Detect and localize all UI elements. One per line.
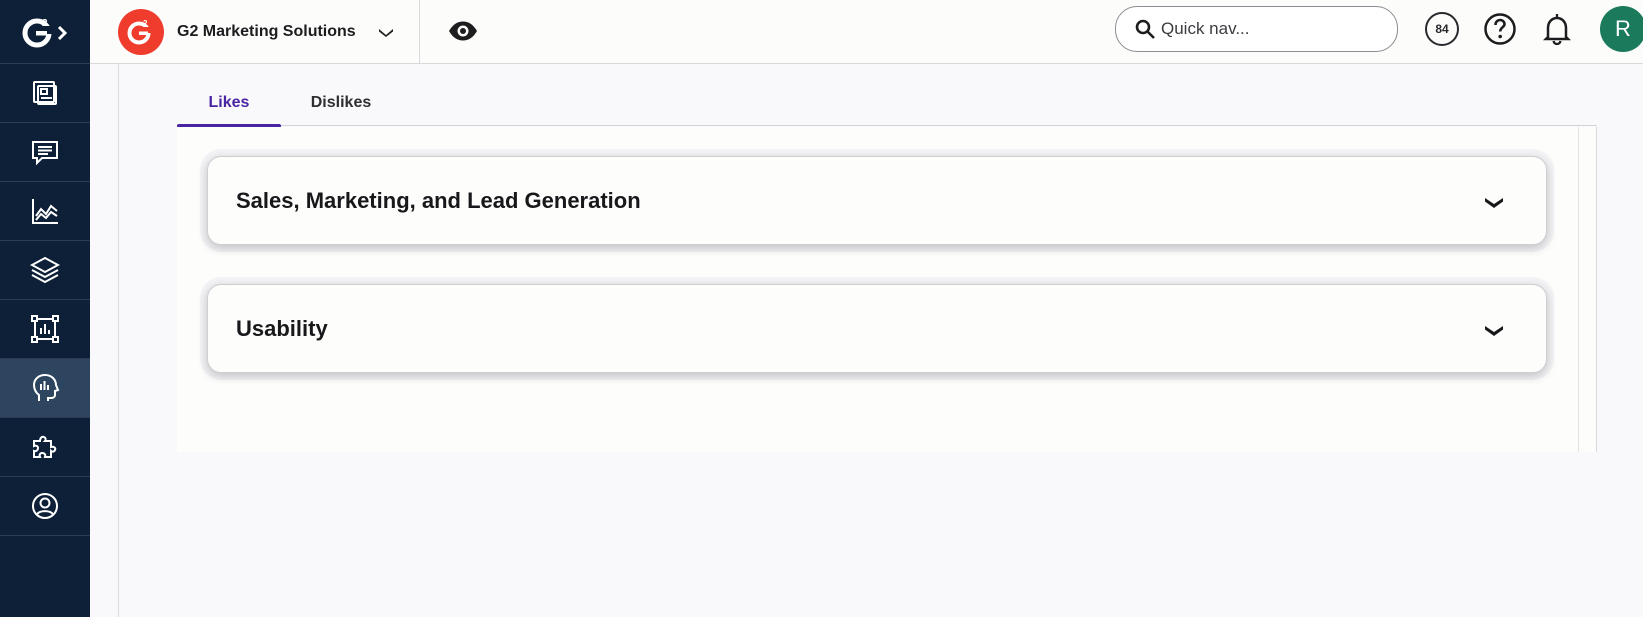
buyer-intent-head-icon	[32, 373, 60, 401]
analytics-chart-icon	[32, 199, 58, 224]
notification-bell-icon[interactable]	[1540, 12, 1574, 46]
sidebar-item-buyer-intent[interactable]	[0, 359, 90, 418]
org-name: G2 Marketing Solutions	[177, 23, 356, 40]
top-header: 2 G2 Marketing Solutions 84	[90, 0, 1643, 64]
report-frame-icon	[31, 315, 59, 343]
accordion-title: Usability	[236, 315, 328, 341]
dashboard-icon	[33, 81, 57, 105]
panel-scroll-divider	[1578, 127, 1579, 452]
accordion-usability[interactable]: Usability	[207, 284, 1547, 373]
content-divider	[118, 64, 119, 617]
chevron-down-icon[interactable]	[378, 26, 394, 38]
tab-likes[interactable]: Likes	[177, 80, 281, 128]
search-input[interactable]	[1161, 19, 1381, 39]
sidebar-logo-toggle[interactable]: 2	[0, 0, 90, 64]
g2-logo-icon: 2	[22, 18, 68, 47]
sidebar-nav: 2	[0, 0, 90, 617]
eye-icon[interactable]	[448, 18, 478, 44]
sidebar-item-layers[interactable]	[0, 241, 90, 300]
likes-dislikes-tabs: Likes Dislikes	[177, 80, 1597, 128]
score-badge[interactable]: 84	[1425, 12, 1459, 46]
accordion-sales-marketing[interactable]: Sales, Marketing, and Lead Generation	[207, 156, 1547, 245]
chevron-down-icon	[1485, 198, 1503, 208]
tab-dislikes[interactable]: Dislikes	[281, 80, 401, 126]
integrations-puzzle-icon	[33, 435, 57, 458]
sidebar-item-reviews[interactable]	[0, 123, 90, 182]
user-avatar[interactable]: R	[1600, 6, 1643, 52]
g2-brand-logo-icon: 2	[118, 9, 164, 55]
app-root: 2 2 G2 Marketing Solutions Quick nav... …	[0, 0, 1643, 617]
chevron-down-icon	[1485, 326, 1503, 336]
search-icon	[1135, 19, 1155, 39]
layers-icon	[30, 256, 60, 284]
sidebar-item-dashboard[interactable]	[0, 64, 90, 123]
accordion-title: Sales, Marketing, and Lead Generation	[236, 187, 641, 213]
panel-edge	[1596, 127, 1597, 452]
help-icon[interactable]	[1483, 12, 1517, 46]
likes-panel: Sales, Marketing, and Lead Generation Us…	[177, 127, 1597, 452]
reviews-chat-icon	[32, 141, 58, 166]
sidebar-item-account[interactable]	[0, 477, 90, 536]
sidebar-item-reports[interactable]	[0, 300, 90, 359]
account-user-icon	[32, 493, 58, 519]
svg-text:2: 2	[143, 19, 148, 28]
quick-nav-search[interactable]	[1115, 6, 1398, 52]
svg-text:2: 2	[42, 18, 48, 29]
sidebar-item-analytics[interactable]	[0, 182, 90, 241]
sidebar-item-integrations[interactable]	[0, 418, 90, 477]
org-switcher[interactable]: 2 G2 Marketing Solutions	[90, 0, 420, 64]
